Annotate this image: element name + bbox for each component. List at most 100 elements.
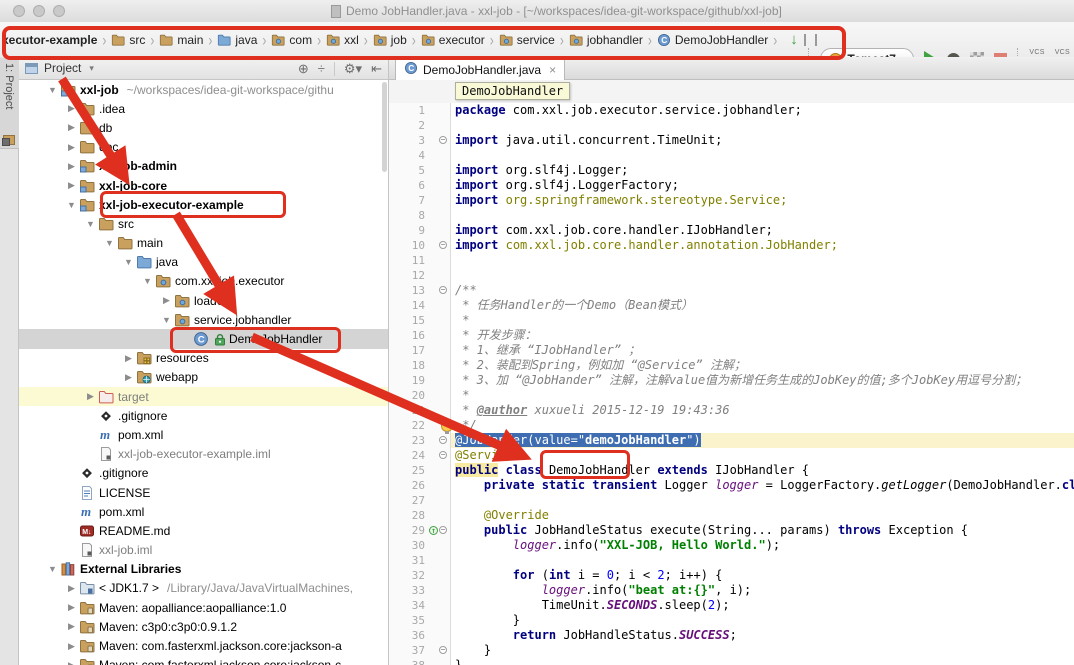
project-tree[interactable]: ▼xxl-job~/workspaces/idea-git-workspace/… bbox=[19, 80, 388, 665]
tree-row-pom-xml[interactable]: mpom.xml bbox=[19, 502, 388, 521]
breadcrumb-item-java[interactable]: java bbox=[217, 33, 257, 47]
expand-arrow-icon[interactable]: ▼ bbox=[159, 315, 174, 325]
fold-icon[interactable]: − bbox=[439, 286, 447, 294]
tree-row-com-xxl-job-executor[interactable]: ▼com.xxl.job.executor bbox=[19, 272, 388, 291]
gutter[interactable]: 10− bbox=[389, 238, 451, 253]
gutter[interactable]: 7 bbox=[389, 193, 451, 208]
expand-arrow-icon[interactable]: ▼ bbox=[45, 564, 60, 574]
collapse-all-button[interactable]: ÷ bbox=[318, 61, 325, 76]
expand-arrow-icon[interactable]: ▼ bbox=[102, 238, 117, 248]
gutter[interactable]: 15 bbox=[389, 313, 451, 328]
tree-row-xxl-job-iml[interactable]: xxl-job.iml bbox=[19, 541, 388, 560]
fold-icon[interactable]: − bbox=[439, 136, 447, 144]
gutter[interactable]: 3− bbox=[389, 133, 451, 148]
gutter[interactable]: 21 bbox=[389, 403, 451, 418]
expand-arrow-icon[interactable]: ▶ bbox=[64, 641, 79, 652]
settings-button[interactable]: ⚙▾ bbox=[344, 61, 362, 77]
tree-row-external-libraries[interactable]: ▼External Libraries bbox=[19, 560, 388, 579]
expand-arrow-icon[interactable]: ▶ bbox=[64, 621, 79, 632]
expand-arrow-icon[interactable]: ▶ bbox=[64, 602, 79, 613]
tree-row-gitignore[interactable]: .gitignore bbox=[19, 464, 388, 483]
expand-arrow-icon[interactable]: ▶ bbox=[64, 180, 79, 191]
gutter[interactable]: 33 bbox=[389, 583, 451, 598]
gutter[interactable]: 36 bbox=[389, 628, 451, 643]
tree-row-license[interactable]: LICENSE bbox=[19, 483, 388, 502]
expand-arrow-icon[interactable]: ▼ bbox=[83, 219, 98, 229]
tree-row-doc[interactable]: ▶doc bbox=[19, 138, 388, 157]
gutter[interactable]: 5 bbox=[389, 163, 451, 178]
expand-arrow-icon[interactable]: ▶ bbox=[64, 103, 79, 114]
expand-arrow-icon[interactable]: ▶ bbox=[83, 391, 98, 402]
gutter[interactable]: 26 bbox=[389, 478, 451, 493]
breadcrumb-item-demojobhandler[interactable]: CDemoJobHandler bbox=[657, 33, 768, 47]
gutter[interactable]: 24− bbox=[389, 448, 451, 463]
breadcrumb-item-jobhandler[interactable]: jobhandler bbox=[569, 33, 643, 47]
gutter[interactable]: 38 bbox=[389, 658, 451, 665]
tree-row-src[interactable]: ▼src bbox=[19, 214, 388, 233]
tree-row-main[interactable]: ▼main bbox=[19, 234, 388, 253]
minimize-window-button[interactable] bbox=[33, 5, 45, 17]
tree-row-readme-md[interactable]: M↓README.md bbox=[19, 521, 388, 540]
gutter[interactable]: 31 bbox=[389, 553, 451, 568]
gutter[interactable]: 32 bbox=[389, 568, 451, 583]
breadcrumb-item-service[interactable]: service bbox=[499, 33, 555, 47]
breadcrumb-item-com[interactable]: com bbox=[271, 33, 312, 47]
gutter[interactable]: 34 bbox=[389, 598, 451, 613]
gutter[interactable]: 9 bbox=[389, 223, 451, 238]
gutter[interactable]: 1 bbox=[389, 103, 451, 118]
tree-row-gitignore[interactable]: .gitignore bbox=[19, 406, 388, 425]
close-window-button[interactable] bbox=[13, 5, 25, 17]
tree-row-java[interactable]: ▼java bbox=[19, 253, 388, 272]
gutter[interactable]: 8 bbox=[389, 208, 451, 223]
project-tool-window-tab[interactable]: 1: Project bbox=[0, 58, 19, 149]
expand-arrow-icon[interactable]: ▶ bbox=[64, 122, 79, 133]
tree-row-xxl-job-executor-example-iml[interactable]: xxl-job-executor-example.iml bbox=[19, 445, 388, 464]
fold-icon[interactable]: − bbox=[439, 526, 447, 534]
expand-arrow-icon[interactable]: ▼ bbox=[45, 85, 60, 95]
gutter[interactable]: 29↑− bbox=[389, 523, 451, 538]
expand-arrow-icon[interactable]: ▶ bbox=[121, 372, 136, 383]
gutter[interactable]: 13− bbox=[389, 283, 451, 298]
gutter[interactable]: 23− bbox=[389, 433, 451, 448]
tree-row-webapp[interactable]: ▶webapp bbox=[19, 368, 388, 387]
tree-scrollbar[interactable] bbox=[382, 82, 387, 172]
gutter[interactable]: 30 bbox=[389, 538, 451, 553]
gutter[interactable]: 20 bbox=[389, 388, 451, 403]
editor-area[interactable]: C DemoJobHandler.java × DemoJobHandler 1… bbox=[389, 57, 1074, 665]
expand-arrow-icon[interactable]: ▶ bbox=[64, 583, 79, 594]
expand-arrow-icon[interactable]: ▶ bbox=[64, 142, 79, 153]
gutter[interactable]: 12 bbox=[389, 268, 451, 283]
gutter[interactable]: 19 bbox=[389, 373, 451, 388]
chevron-down-icon[interactable]: ▾ bbox=[89, 63, 94, 74]
fold-icon[interactable]: − bbox=[439, 646, 447, 654]
gutter[interactable]: 16 bbox=[389, 328, 451, 343]
expand-arrow-icon[interactable]: ▼ bbox=[64, 200, 79, 210]
tree-row-pom-xml[interactable]: mpom.xml bbox=[19, 425, 388, 444]
fold-icon[interactable]: − bbox=[439, 241, 447, 249]
tree-row-jdk1-7[interactable]: ▶< JDK1.7 >/Library/Java/JavaVirtualMach… bbox=[19, 579, 388, 598]
tree-row-maven-com-fasterxml-jackson-core-jackson-c[interactable]: ▶Maven: com.fasterxml.jackson.core:jacks… bbox=[19, 656, 388, 665]
tree-row-loader[interactable]: ▶loader bbox=[19, 291, 388, 310]
override-method-icon[interactable]: ↑ bbox=[429, 526, 438, 535]
tree-row-maven-aopalliance-aopalliance-1-0[interactable]: ▶Maven: aopalliance:aopalliance:1.0 bbox=[19, 598, 388, 617]
navigate-down-icon[interactable]: ↓ bbox=[790, 32, 798, 47]
gutter[interactable]: 28 bbox=[389, 508, 451, 523]
expand-arrow-icon[interactable]: ▼ bbox=[140, 276, 155, 286]
locate-button[interactable]: ⊕ bbox=[298, 61, 309, 77]
close-icon[interactable]: × bbox=[549, 63, 556, 77]
gutter[interactable]: 37− bbox=[389, 643, 451, 658]
tree-row-xxl-job-admin[interactable]: ▶xxl-job-admin bbox=[19, 157, 388, 176]
expand-arrow-icon[interactable]: ▶ bbox=[64, 161, 79, 172]
tree-row-demojobhandler[interactable]: CDemoJobHandler bbox=[19, 329, 388, 348]
breadcrumb-item-main[interactable]: main bbox=[159, 33, 203, 47]
gutter[interactable]: 6 bbox=[389, 178, 451, 193]
expand-arrow-icon[interactable]: ▶ bbox=[159, 295, 174, 306]
tree-row-maven-com-fasterxml-jackson-core-jackson-a[interactable]: ▶Maven: com.fasterxml.jackson.core:jacks… bbox=[19, 636, 388, 655]
gutter[interactable]: 11 bbox=[389, 253, 451, 268]
tree-row-xxl-job-core[interactable]: ▶xxl-job-core bbox=[19, 176, 388, 195]
expand-arrow-icon[interactable]: ▶ bbox=[64, 660, 79, 665]
breadcrumb-item-executor[interactable]: executor bbox=[421, 33, 485, 47]
breadcrumb-item-xxl[interactable]: xxl bbox=[326, 33, 359, 47]
fold-icon[interactable]: − bbox=[439, 451, 447, 459]
gutter[interactable]: 4 bbox=[389, 148, 451, 163]
